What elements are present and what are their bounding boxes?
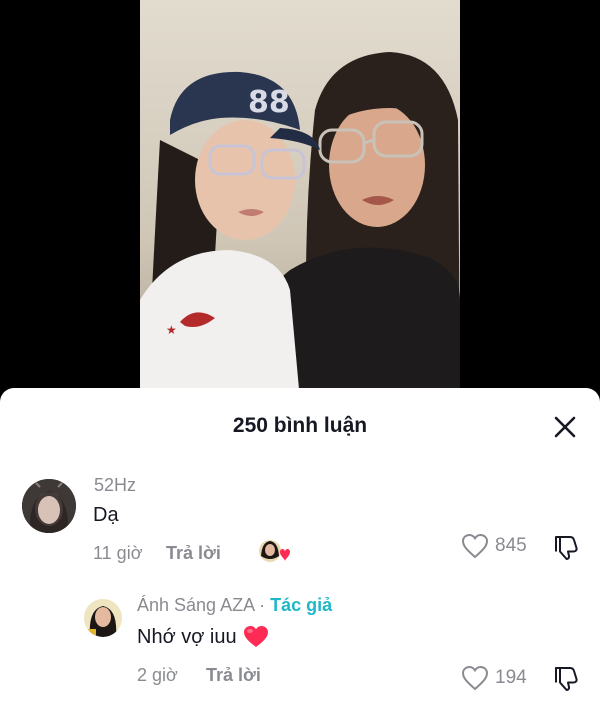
dislike-button[interactable] [552, 664, 580, 697]
video-frame[interactable]: · ‥ ‥· ··· [140, 0, 460, 400]
avatar[interactable] [84, 599, 122, 637]
avatar-image [84, 599, 122, 637]
like-count: 194 [495, 667, 527, 688]
reply-text: Nhớ vợ iuu [137, 625, 237, 648]
video-player[interactable]: · ‥ ‥· ··· [0, 0, 600, 400]
shirt-star: ★ [166, 323, 177, 337]
reply-time: 2 giờ [137, 665, 178, 685]
reply-username-text[interactable]: Ánh Sáng AZA [137, 595, 254, 615]
like-button[interactable]: 194 [461, 665, 527, 691]
thumbs-down-icon [555, 667, 578, 691]
heart-outline-icon [461, 665, 489, 691]
heart-emoji-icon [243, 626, 268, 647]
username-separator: · [254, 595, 271, 615]
comments-sheet: 250 bình luận 52Hz Dạ 11 giờ Trả lời 845… [0, 388, 600, 712]
reply-button[interactable]: Trả lời [206, 665, 261, 686]
author-badge: Tác giả [270, 595, 333, 615]
reply-comment-item: Ánh Sáng AZA · Tác giả Nhớ vợ iuu 2 giờ … [0, 388, 600, 712]
reply-text-row: Nhớ vợ iuu [137, 625, 269, 649]
video-still-image: 88 ★ [140, 0, 460, 400]
cap-number: 88 [248, 85, 290, 120]
reply-username: Ánh Sáng AZA · Tác giả [137, 595, 332, 616]
